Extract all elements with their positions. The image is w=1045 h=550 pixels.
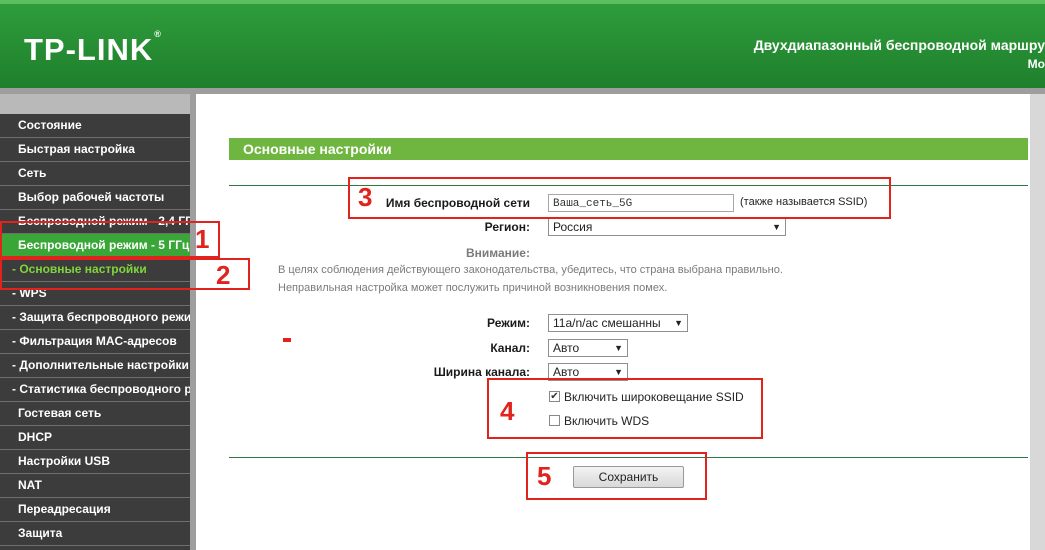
warning-text-2: Неправильная настройка может послужить п… [278, 282, 668, 294]
tp-link-logo: TP-LINK® [24, 28, 162, 67]
channel-value: Авто [553, 341, 580, 355]
warning-text-1: В целях соблюдения действующего законода… [278, 264, 783, 276]
chevron-down-icon: ▼ [674, 318, 683, 328]
annotation-number-3: 3 [358, 182, 373, 212]
region-select[interactable]: Россия ▼ [548, 218, 786, 236]
region-label: Регион: [484, 220, 530, 234]
annotation-number-2: 2 [216, 260, 231, 290]
router-title: Двухдиапазонный беспроводной маршру [753, 37, 1045, 53]
sidebar-item-advanced[interactable]: - Дополнительные настройки [0, 354, 190, 378]
sidebar-item-status[interactable]: Состояние [0, 114, 190, 138]
region-value: Россия [553, 220, 593, 234]
annotation-number-1: 1 [195, 224, 210, 254]
router-model: Мо [1027, 57, 1045, 71]
sidebar-top-pad [0, 94, 190, 114]
annotation-number-5: 5 [537, 461, 552, 491]
sidebar-item-guest-network[interactable]: Гостевая сеть [0, 402, 190, 426]
sidebar-menu: Состояние Быстрая настройка Сеть Выбор р… [0, 94, 190, 550]
channel-label: Канал: [490, 341, 530, 355]
mode-label: Режим: [487, 316, 530, 330]
sidebar-scrollbar[interactable] [190, 94, 196, 550]
sidebar-item-dhcp[interactable]: DHCP [0, 426, 190, 450]
channel-width-value: Авто [553, 365, 580, 379]
channel-width-label: Ширина канала: [433, 365, 530, 379]
annotation-dash [283, 338, 291, 342]
mode-value: 11a/n/ac смешанны [553, 316, 661, 330]
annotation-box-1 [0, 221, 220, 258]
sidebar-item-quick-setup[interactable]: Быстрая настройка [0, 138, 190, 162]
channel-select[interactable]: Авто ▼ [548, 339, 628, 357]
sidebar-item-security[interactable]: Защита [0, 522, 190, 546]
annotation-number-4: 4 [500, 396, 515, 426]
annotation-box-2 [0, 258, 250, 290]
sidebar-item-mac-filter[interactable]: - Фильтрация MAC-адресов [0, 330, 190, 354]
chevron-down-icon: ▼ [614, 343, 623, 353]
annotation-box-3 [348, 177, 891, 219]
sidebar-item-band-select[interactable]: Выбор рабочей частоты [0, 186, 190, 210]
sidebar-item-forwarding[interactable]: Переадресация [0, 498, 190, 522]
header-top-rule [0, 0, 1045, 4]
sidebar-item-nat[interactable]: NAT [0, 474, 190, 498]
chevron-down-icon: ▼ [772, 222, 781, 232]
page-title: Основные настройки [229, 138, 1028, 160]
annotation-box-5 [526, 452, 707, 500]
warning-label: Внимание: [466, 246, 530, 260]
sidebar-item-usb[interactable]: Настройки USB [0, 450, 190, 474]
header-bar: TP-LINK® Двухдиапазонный беспроводной ма… [0, 0, 1045, 88]
sidebar-item-wireless-stats[interactable]: - Статистика беспроводного р [0, 378, 190, 402]
annotation-box-4 [487, 378, 763, 439]
sidebar-item-wireless-security[interactable]: - Защита беспроводного режи [0, 306, 190, 330]
mode-select[interactable]: 11a/n/ac смешанны ▼ [548, 314, 688, 332]
sidebar-item-network[interactable]: Сеть [0, 162, 190, 186]
main-scrollbar[interactable] [1030, 94, 1045, 550]
